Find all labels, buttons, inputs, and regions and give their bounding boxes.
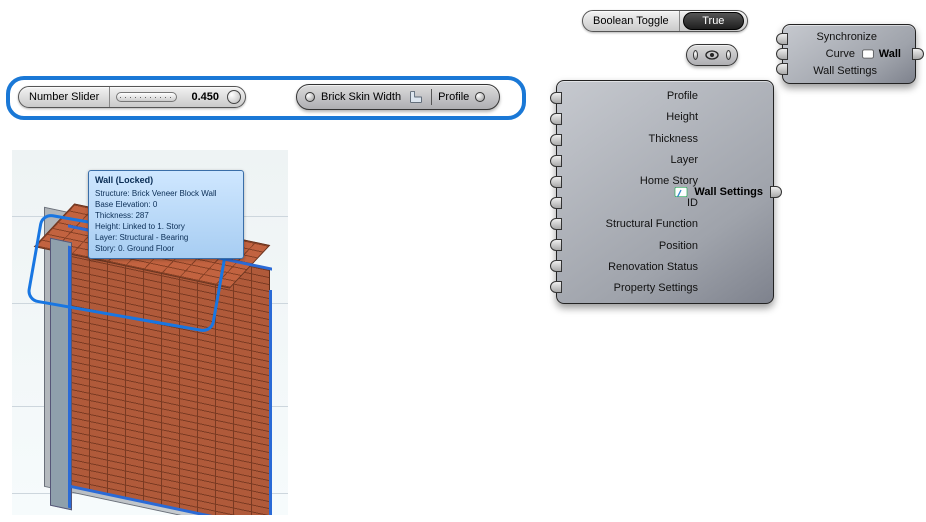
model-viewport[interactable]: Wall (Locked) Structure: Brick Veneer Bl… — [12, 150, 288, 515]
settings-input-height: Height — [666, 106, 698, 127]
number-slider[interactable]: Number Slider 0.450 — [18, 86, 246, 108]
settings-input-profile: Profile — [667, 85, 698, 106]
settings-input-structural-function: Structural Function — [606, 213, 698, 234]
tooltip-line: Base Elevation: 0 — [95, 199, 237, 210]
curve-icon — [859, 45, 877, 63]
input-port[interactable] — [305, 92, 315, 102]
brick-comp-output-label: Profile — [438, 91, 469, 103]
brick-skin-width-component[interactable]: Brick Skin Width Profile — [296, 84, 500, 110]
tooltip-line: Structure: Brick Veneer Block Wall — [95, 188, 237, 199]
slider-output-port[interactable] — [227, 90, 241, 104]
boolean-toggle-value[interactable]: True — [683, 12, 744, 30]
wall-node[interactable]: Synchronize Curve Wall Settings Wall — [782, 24, 916, 84]
tooltip-line: Layer: Structural - Bearing — [95, 232, 237, 243]
wall-input-settings: Wall Settings — [813, 65, 877, 77]
wall-output-label: Wall — [879, 48, 901, 60]
wall-info-tooltip: Wall (Locked) Structure: Brick Veneer Bl… — [88, 170, 244, 259]
number-slider-label: Number Slider — [19, 87, 110, 107]
output-port[interactable] — [726, 50, 731, 60]
settings-input-property-settings: Property Settings — [614, 278, 698, 299]
wall-settings-node[interactable]: ProfileHeightThicknessLayerHome StoryIDS… — [556, 80, 774, 304]
tooltip-line: Story: 0. Ground Floor — [95, 243, 237, 254]
tooltip-line: Height: Linked to 1. Story — [95, 221, 237, 232]
wall-input-curve: Curve — [826, 48, 855, 60]
wall-settings-icon — [672, 183, 690, 201]
slider-track[interactable] — [116, 92, 177, 102]
tooltip-line: Thickness: 287 — [95, 210, 237, 221]
output-port[interactable] — [475, 92, 485, 102]
boolean-toggle-label: Boolean Toggle — [583, 11, 680, 31]
settings-input-thickness: Thickness — [648, 128, 698, 149]
settings-input-layer: Layer — [670, 149, 698, 170]
profile-icon — [407, 88, 425, 106]
eye-icon — [704, 46, 720, 64]
boolean-toggle[interactable]: Boolean Toggle True — [582, 10, 748, 32]
settings-input-renovation-status: Renovation Status — [608, 256, 698, 277]
wall-settings-output-label: Wall Settings — [694, 186, 763, 198]
wall-input-sync: Synchronize — [816, 31, 877, 43]
tooltip-title: Wall (Locked) — [95, 175, 237, 186]
curve-preview-pill[interactable] — [686, 44, 738, 66]
input-port[interactable] — [693, 50, 698, 60]
settings-input-position: Position — [659, 235, 698, 256]
slider-value: 0.450 — [183, 91, 227, 103]
brick-comp-label: Brick Skin Width — [321, 91, 401, 103]
